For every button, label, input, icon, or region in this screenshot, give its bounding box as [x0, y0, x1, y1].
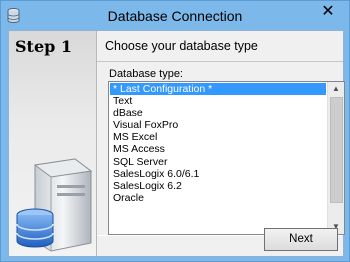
list-item[interactable]: Visual FoxPro — [110, 119, 326, 131]
scroll-up-button[interactable]: ▲ — [328, 82, 344, 96]
step-label: Step 1 — [15, 37, 73, 56]
list-item[interactable]: SalesLogix 6.2 — [110, 180, 326, 192]
database-connection-window: Database Connection ✕ Step 1 Choose your… — [0, 0, 350, 262]
database-server-icon — [16, 158, 93, 252]
list-item[interactable]: SQL Server — [110, 156, 326, 168]
database-type-listbox[interactable]: * Last Configuration * Text dBase Visual… — [108, 81, 345, 235]
title-bar[interactable]: Database Connection ✕ — [1, 1, 349, 30]
database-type-list: * Last Configuration * Text dBase Visual… — [110, 83, 326, 233]
header-divider — [97, 61, 343, 62]
wizard-body: Step 1 Choose your database type Databas… — [8, 30, 345, 257]
close-icon: ✕ — [321, 3, 335, 20]
list-item[interactable]: SalesLogix 6.0/6.1 — [110, 168, 326, 180]
list-scrollbar[interactable]: ▲ ▼ — [327, 82, 344, 234]
list-item[interactable]: MS Excel — [110, 131, 326, 143]
next-button[interactable]: Next — [264, 228, 338, 251]
list-item[interactable]: * Last Configuration * — [110, 83, 326, 96]
list-item[interactable]: dBase — [110, 107, 326, 119]
wizard-side-panel: Step 1 — [9, 31, 97, 256]
list-item[interactable]: Text — [110, 95, 326, 107]
chevron-up-icon: ▲ — [332, 84, 340, 93]
database-type-label: Database type: — [109, 68, 183, 80]
scroll-thumb[interactable] — [330, 97, 343, 203]
page-header: Choose your database type — [105, 39, 258, 53]
window-title: Database Connection — [107, 8, 243, 24]
list-item[interactable]: MS Access — [110, 143, 326, 155]
close-button[interactable]: ✕ — [313, 2, 343, 22]
list-item[interactable]: Oracle — [110, 192, 326, 204]
